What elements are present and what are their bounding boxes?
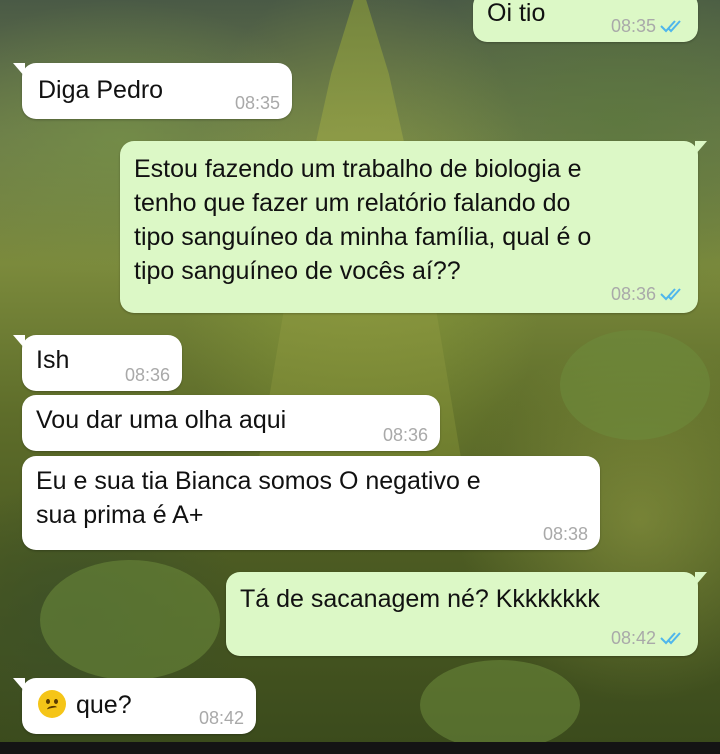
message-line: Eu e sua tia Bianca somos O negativo e (36, 467, 481, 495)
bubble-tail (13, 678, 25, 692)
message-time: 08:38 (542, 524, 588, 544)
message-text: Vou dar uma olha aqui (36, 406, 287, 434)
message-text: que? (76, 691, 132, 719)
message-line: tenho que fazer um relatório falando do (134, 189, 571, 217)
read-ticks-icon (660, 632, 681, 645)
message-bubble-outgoing[interactable]: Oi tio 08:35 (473, 0, 698, 42)
message-bubble-incoming[interactable]: Vou dar uma olha aqui 08:36 (22, 395, 440, 451)
message-meta: 08:36 (611, 284, 686, 304)
message-time: 08:42 (610, 628, 656, 648)
wallpaper-leaf (420, 660, 580, 750)
message-bubble-incoming[interactable]: que? 08:42 (13, 678, 256, 734)
message-time: 08:36 (610, 284, 656, 304)
message-time: 08:42 (198, 708, 244, 728)
message-meta: 08:42 (199, 708, 244, 728)
message-meta: 08:36 (383, 425, 428, 445)
message-bubble-incoming[interactable]: Ish 08:36 (13, 335, 182, 391)
read-ticks-icon (660, 20, 681, 33)
message-time: 08:35 (234, 93, 280, 113)
confused-face-icon (38, 690, 66, 718)
bubble-tail (13, 63, 25, 77)
message-line: tipo sanguíneo da minha família, qual é … (134, 223, 592, 251)
message-bubble-outgoing[interactable]: Tá de sacanagem né? Kkkkkkkk 08:42 (226, 572, 707, 656)
bubble-tail (695, 572, 707, 586)
message-meta: 08:35 (611, 16, 686, 36)
bottom-bar (0, 742, 720, 754)
message-meta: 08:38 (543, 524, 588, 544)
message-line: Estou fazendo um trabalho de biologia e (134, 155, 582, 183)
read-ticks-icon (660, 288, 681, 301)
wallpaper-leaf (560, 330, 710, 440)
message-meta: 08:35 (235, 93, 280, 113)
bubble-tail (13, 335, 25, 349)
message-bubble-outgoing[interactable]: Estou fazendo um trabalho de biologia e … (120, 141, 707, 313)
message-meta: 08:36 (125, 365, 170, 385)
message-time: 08:35 (610, 16, 656, 36)
message-line: sua prima é A+ (36, 501, 204, 529)
message-time: 08:36 (382, 425, 428, 445)
message-bubble-incoming[interactable]: Eu e sua tia Bianca somos O negativo e s… (22, 456, 600, 550)
message-bubble-incoming[interactable]: Diga Pedro 08:35 (13, 63, 292, 119)
wallpaper-leaf (40, 560, 220, 680)
message-time: 08:36 (124, 365, 170, 385)
message-meta: 08:42 (611, 628, 686, 648)
bubble-tail (695, 141, 707, 155)
message-text: Tá de sacanagem né? Kkkkkkkk (240, 585, 600, 613)
message-line: tipo sanguíneo de vocês aí?? (134, 257, 461, 285)
